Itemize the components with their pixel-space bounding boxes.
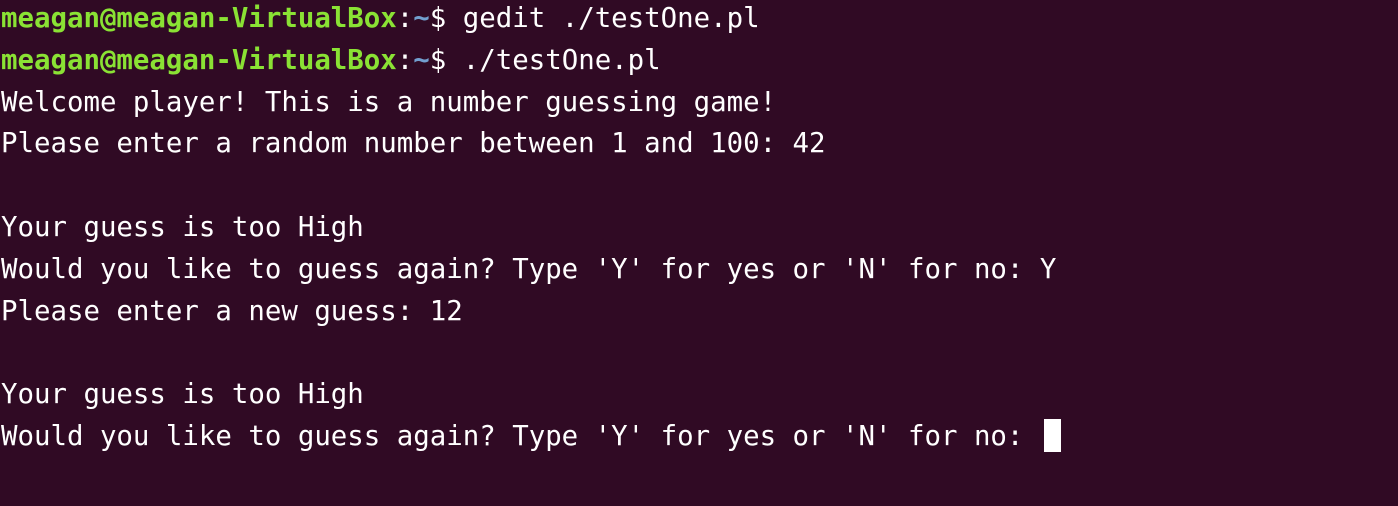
prompt-user-host: meagan@meagan-VirtualBox [1, 3, 397, 34]
prompt-path: ~ [413, 44, 430, 76]
prompt-separator: : [396, 44, 414, 76]
output-line: Welcome player! This is a number guessin… [1, 86, 777, 118]
output-line: Please enter a random number between 1 a… [1, 128, 826, 160]
input-line[interactable]: Would you like to guess again? Type 'Y' … [1, 416, 1398, 458]
output-line: Your guess is too High [1, 211, 364, 243]
prompt-path: ~ [413, 3, 430, 34]
output-line: Would you like to guess again? Type 'Y' … [1, 253, 1057, 285]
command-text: ./testOne.pl [462, 44, 661, 76]
prompt-symbol: $ [429, 3, 463, 34]
text-cursor [1043, 418, 1061, 452]
prompt-user-host: meagan@meagan-VirtualBox [1, 44, 397, 76]
terminal-window[interactable]: meagan@meagan-VirtualBox:~$ gedit ./test… [0, 0, 1398, 506]
prompt-separator: : [396, 3, 414, 34]
prompt-symbol: $ [429, 44, 463, 76]
command-text: gedit ./testOne.pl [462, 3, 760, 34]
output-line: Your guess is too High [1, 379, 364, 411]
output-line: Please enter a new guess: 12 [1, 295, 463, 327]
input-prompt-text: Would you like to guess again? Type 'Y' … [1, 420, 1040, 452]
command-line: meagan@meagan-VirtualBox:~$ gedit ./test… [1, 0, 1398, 40]
command-line: meagan@meagan-VirtualBox:~$ ./testOne.pl [1, 40, 1398, 82]
